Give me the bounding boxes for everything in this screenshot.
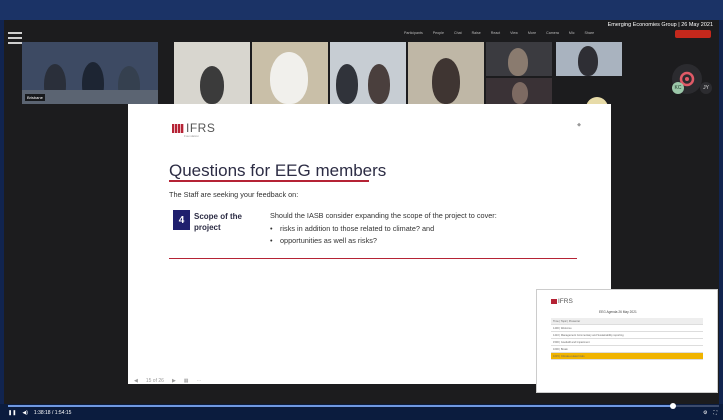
participant-name: Brisbane bbox=[25, 94, 45, 101]
more-icon[interactable]: ⋯ bbox=[197, 378, 202, 384]
elapsed-time: 1:38:18 / 1:54:15 bbox=[33, 410, 72, 416]
participant-tile[interactable]: Brisbane bbox=[22, 42, 158, 104]
grid-icon[interactable]: ▦ bbox=[184, 378, 189, 384]
item-number: 4 bbox=[173, 210, 190, 230]
participant-tile[interactable] bbox=[408, 42, 484, 104]
meeting-toolbar-item[interactable]: Chat bbox=[454, 31, 462, 35]
meeting-toolbar-item[interactable]: Camera bbox=[546, 31, 559, 35]
agenda-title: EEG Agenda 26 May 2021 bbox=[599, 310, 637, 314]
agenda-row-highlighted: 1615 | Climate-related risks bbox=[551, 353, 703, 360]
slide-divider bbox=[169, 258, 577, 259]
meeting-toolbar-item[interactable]: Participants bbox=[404, 31, 423, 35]
browser-top-bar bbox=[0, 0, 723, 20]
bullet-item: • opportunities as well as risks? bbox=[270, 236, 377, 245]
meeting-toolbar-item[interactable]: Share bbox=[585, 31, 595, 35]
meeting-toolbar-item[interactable]: Mic bbox=[569, 31, 575, 35]
agenda-row: 1410 | Management Commentary and Sustain… bbox=[551, 332, 703, 339]
meeting-title: Emerging Economies Group | 26 May 2021 bbox=[607, 22, 713, 28]
slide-intro: The Staff are seeking your feedback on: bbox=[169, 190, 299, 199]
pause-icon[interactable]: ❚❚ bbox=[8, 410, 16, 416]
participant-tile[interactable] bbox=[174, 42, 250, 104]
agenda-row: 1600 | Break bbox=[551, 346, 703, 353]
prev-slide-icon[interactable]: ◀ bbox=[134, 378, 138, 384]
item-question: Should the IASB consider expanding the s… bbox=[270, 211, 497, 220]
fullscreen-icon[interactable]: ⛶ bbox=[713, 410, 717, 416]
player-controls: ❚❚ ◀) 1:38:18 / 1:54:15 bbox=[8, 410, 71, 416]
participant-badge[interactable]: KC bbox=[672, 82, 684, 94]
progress-bar[interactable] bbox=[8, 403, 719, 409]
ifrs-logo: IFRS bbox=[172, 121, 215, 135]
meeting-toolbar-item[interactable]: People bbox=[433, 31, 444, 35]
slide-page: 15 of 26 bbox=[145, 378, 164, 384]
progress-fill bbox=[8, 405, 673, 407]
meeting-toolbar-item[interactable]: Raise bbox=[472, 31, 481, 35]
meeting-toolbar-item[interactable]: View bbox=[510, 31, 518, 35]
participant-tile[interactable] bbox=[556, 42, 622, 76]
next-slide-icon[interactable]: ▶ bbox=[172, 378, 176, 384]
video-player-bar: ❚❚ ◀) 1:38:18 / 1:54:15 ⚙ ⛶ bbox=[0, 403, 723, 420]
participant-badge[interactable]: JY bbox=[700, 82, 712, 94]
participant-tile[interactable] bbox=[486, 42, 552, 76]
participant-tile[interactable] bbox=[486, 78, 552, 104]
slide-toolbar: ◀ 15 of 26 ▶ ▦ ⋯ bbox=[134, 378, 202, 384]
meeting-toolbar-item[interactable]: React bbox=[491, 31, 500, 35]
agenda-thumbnail[interactable]: IFRS EEG Agenda 26 May 2021 Time | Topic… bbox=[536, 289, 718, 393]
leave-button[interactable] bbox=[675, 30, 711, 38]
title-divider bbox=[169, 180, 369, 182]
settings-icon[interactable]: ⚙ bbox=[703, 410, 707, 416]
slide-corner-mark: ◆ bbox=[577, 122, 581, 128]
player-right-controls: ⚙ ⛶ bbox=[703, 410, 717, 416]
agenda-row: Time | Topic | Presenter bbox=[551, 318, 703, 325]
bullet-item: • risks in addition to those related to c… bbox=[270, 224, 435, 233]
agenda-row: 1500 | Goodwill and Impairment bbox=[551, 339, 703, 346]
volume-icon[interactable]: ◀) bbox=[22, 410, 28, 416]
participant-tile[interactable] bbox=[252, 42, 328, 104]
agenda-row: 1400 | Welcome bbox=[551, 325, 703, 332]
meeting-toolbar-item[interactable]: More bbox=[528, 31, 536, 35]
participant-tile[interactable] bbox=[330, 42, 406, 104]
slide-title: Questions for EEG members bbox=[169, 161, 387, 180]
ifrs-logo-sub: Foundation bbox=[184, 134, 200, 138]
meeting-toolbar: Participants People Chat Raise React View More… bbox=[404, 31, 594, 35]
progress-thumb[interactable] bbox=[669, 403, 676, 409]
meeting-window: Emerging Economies Group | 26 May 2021 P… bbox=[4, 20, 719, 404]
menu-icon[interactable] bbox=[8, 32, 22, 44]
item-label: Scope of the project bbox=[194, 212, 243, 232]
agenda-logo: IFRS bbox=[551, 298, 573, 305]
